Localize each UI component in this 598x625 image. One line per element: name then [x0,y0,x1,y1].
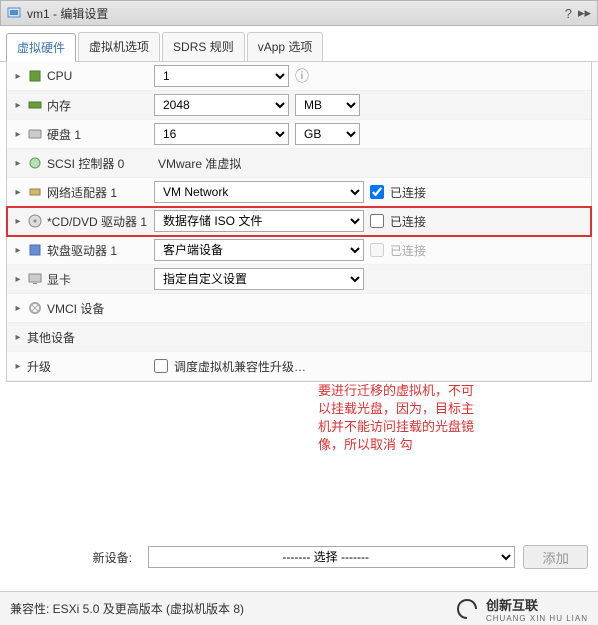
expand-toggle[interactable]: ▸ [13,332,23,343]
row-floppy: ▸ 软盘驱动器 1 客户端设备 已连接 [7,236,591,265]
upgrade-checkbox-label: 调度虚拟机兼容性升级… [174,358,306,375]
row-upgrade: ▸ 升级 调度虚拟机兼容性升级… [7,352,591,381]
cd-icon [27,213,43,229]
video-select[interactable]: 指定自定义设置 [154,268,364,290]
expand-toggle[interactable]: ▸ [13,100,23,111]
other-label: 其他设备 [27,329,75,346]
expand-toggle[interactable]: ▸ [13,71,23,82]
expand-toggle[interactable]: ▸ [13,303,23,314]
row-cddvd: ▸ *CD/DVD 驱动器 1 数据存储 ISO 文件 已连接 [7,207,591,236]
brand-name: 创新互联 [486,595,588,614]
cpu-select[interactable]: 1 [154,65,289,87]
memory-label: 内存 [47,97,71,114]
memory-unit-select[interactable]: MB [295,94,360,116]
expand-toggle[interactable]: ▸ [13,361,23,372]
new-device-select[interactable]: ------- 选择 ------- [148,546,515,568]
tab-sdrs-rules[interactable]: SDRS 规则 [162,32,245,61]
upgrade-checkbox[interactable] [154,359,168,373]
vm-icon [7,6,21,20]
row-network: ▸ 网络适配器 1 VM Network 已连接 [7,178,591,207]
floppy-select[interactable]: 客户端设备 [154,239,364,261]
network-connected-label: 已连接 [390,184,426,201]
brand-sub: CHUANG XIN HU LIAN [486,614,588,623]
footer: 兼容性: ESXi 5.0 及更高版本 (虚拟机版本 8) 创新互联 CHUAN… [0,591,598,625]
cddvd-connected-checkbox[interactable] [370,214,384,228]
cddvd-select[interactable]: 数据存储 ISO 文件 [154,210,364,232]
info-icon[interactable]: ⓘ [295,66,309,86]
hardware-panel: ▸ CPU 1 ⓘ ▸ 内存 2048 MB ▸ 硬盘 1 16 GB [6,62,592,382]
floppy-connected-label: 已连接 [390,242,426,259]
network-label: 网络适配器 1 [47,184,117,201]
harddisk-label: 硬盘 1 [47,126,81,143]
annotation-text: 要进行迁移的虚拟机，不可以挂载光盘，因为，目标主机并不能访问挂载的光盘镜像，所以… [318,382,478,454]
memory-input[interactable]: 2048 [154,94,289,116]
row-scsi: ▸ SCSI 控制器 0 VMware 准虚拟 [7,149,591,178]
expand-toggle[interactable]: ▸ [13,245,23,256]
expand-toggle[interactable]: ▸ [13,129,23,140]
scsi-label: SCSI 控制器 0 [47,155,124,172]
brand-logo: 创新互联 CHUANG XIN HU LIAN [454,595,588,623]
harddisk-input[interactable]: 16 [154,123,289,145]
help-icon[interactable]: ? [565,6,572,21]
row-memory: ▸ 内存 2048 MB [7,91,591,120]
floppy-label: 软盘驱动器 1 [47,242,117,259]
expand-toggle[interactable]: ▸ [13,187,23,198]
vmci-label: VMCI 设备 [47,300,104,317]
network-connected-checkbox[interactable] [370,185,384,199]
tab-virtual-hardware[interactable]: 虚拟硬件 [6,33,76,62]
add-button[interactable]: 添加 [523,545,588,569]
new-device-label: 新设备: [10,549,140,566]
network-icon [27,184,43,200]
brand-icon [454,596,480,622]
scsi-icon [27,155,43,171]
cpu-icon [27,68,43,84]
video-label: 显卡 [47,271,71,288]
cddvd-label: *CD/DVD 驱动器 1 [47,213,147,230]
cpu-label: CPU [47,69,72,83]
tabs-container: 虚拟硬件 虚拟机选项 SDRS 规则 vApp 选项 [0,26,598,62]
row-harddisk: ▸ 硬盘 1 16 GB [7,120,591,149]
expand-icon[interactable]: ▸▸ [578,5,591,21]
expand-toggle[interactable]: ▸ [13,216,23,227]
upgrade-label: 升级 [27,358,51,375]
row-vmci: ▸ VMCI 设备 [7,294,591,323]
row-other-devices: ▸ 其他设备 [7,323,591,352]
video-icon [27,271,43,287]
memory-icon [27,97,43,113]
window-title: vm1 - 编辑设置 [27,5,108,22]
vmci-icon [27,300,43,316]
expand-toggle[interactable]: ▸ [13,158,23,169]
tab-vapp-options[interactable]: vApp 选项 [247,32,324,61]
network-select[interactable]: VM Network [154,181,364,203]
expand-toggle[interactable]: ▸ [13,274,23,285]
cddvd-connected-label: 已连接 [390,213,426,230]
new-device-row: 新设备: ------- 选择 ------- 添加 [0,539,598,575]
harddisk-icon [27,126,43,142]
floppy-connected-checkbox [370,243,384,257]
tab-vm-options[interactable]: 虚拟机选项 [78,32,160,61]
floppy-icon [27,242,43,258]
row-cpu: ▸ CPU 1 ⓘ [7,62,591,91]
compatibility-text: 兼容性: ESXi 5.0 及更高版本 (虚拟机版本 8) [10,600,244,617]
scsi-value: VMware 准虚拟 [154,155,241,172]
row-video: ▸ 显卡 指定自定义设置 [7,265,591,294]
titlebar: vm1 - 编辑设置 ? ▸▸ [0,0,598,26]
harddisk-unit-select[interactable]: GB [295,123,360,145]
